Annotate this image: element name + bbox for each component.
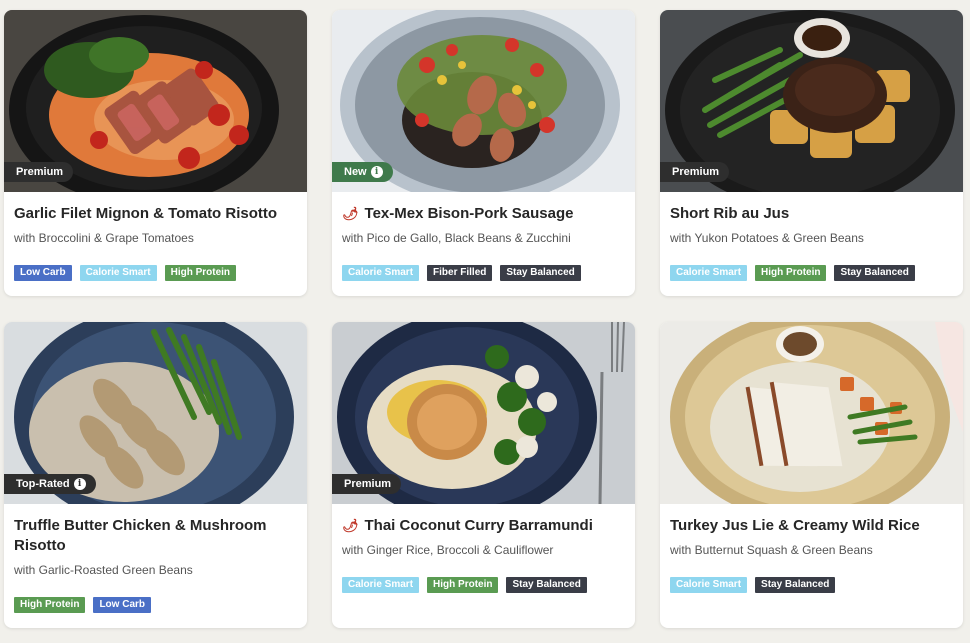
meal-card-body: Short Rib au Jus with Yukon Potatoes & G…	[660, 192, 963, 293]
meal-subtitle: with Pico de Gallo, Black Beans & Zucchi…	[342, 231, 571, 245]
meal-tags: High Protein Low Carb	[14, 597, 297, 613]
tag-calorie-smart: Calorie Smart	[342, 265, 420, 281]
meal-subtitle: with Butternut Squash & Green Beans	[670, 543, 873, 557]
meal-photo[interactable]: New i	[332, 10, 635, 192]
info-icon[interactable]: i	[73, 478, 86, 490]
meal-photo[interactable]: Top-Rated i	[4, 322, 307, 504]
meal-title[interactable]: Short Rib au Jus	[670, 204, 953, 224]
tag-stay-balanced: Stay Balanced	[755, 577, 836, 593]
meal-card-body: 🌶 Thai Coconut Curry Barramundi with Gin…	[332, 504, 635, 605]
meal-tags: Calorie Smart Stay Balanced	[670, 577, 953, 593]
meal-title-text[interactable]: Turkey Jus Lie & Creamy Wild Rice	[670, 516, 920, 536]
meal-tags: Calorie Smart High Protein Stay Balanced	[342, 577, 625, 593]
tag-calorie-smart: Calorie Smart	[342, 577, 420, 593]
meal-title[interactable]: Truffle Butter Chicken & Mushroom Risott…	[14, 516, 297, 556]
meal-card[interactable]: Premium Short Rib au Jus with Yukon Pota…	[660, 10, 963, 296]
badge-premium: Premium	[332, 474, 402, 494]
tag-stay-balanced: Stay Balanced	[506, 577, 587, 593]
meal-title[interactable]: Garlic Filet Mignon & Tomato Risotto	[14, 204, 297, 224]
meal-card-body: Garlic Filet Mignon & Tomato Risotto wit…	[4, 192, 307, 293]
meal-tags: Calorie Smart Fiber Filled Stay Balanced	[342, 265, 625, 281]
meal-card[interactable]: Premium 🌶 Thai Coconut Curry Barramundi …	[332, 322, 635, 628]
tag-low-carb: Low Carb	[14, 265, 72, 281]
tag-high-protein: High Protein	[427, 577, 499, 593]
meal-title-text[interactable]: Tex-Mex Bison-Pork Sausage	[365, 204, 574, 224]
meal-card[interactable]: Top-Rated i Truffle Butter Chicken & Mus…	[4, 322, 307, 628]
tag-calorie-smart: Calorie Smart	[79, 265, 157, 281]
meal-photo[interactable]	[660, 322, 963, 504]
meal-card-body: Truffle Butter Chicken & Mushroom Risott…	[4, 504, 307, 625]
tag-stay-balanced: Stay Balanced	[834, 265, 915, 281]
tag-high-protein: High Protein	[164, 265, 237, 281]
meal-title-text[interactable]: Thai Coconut Curry Barramundi	[365, 516, 593, 536]
meal-tags: Low Carb Calorie Smart High Protein	[14, 265, 297, 281]
meal-photo[interactable]: Premium	[660, 10, 963, 192]
meal-subtitle: with Yukon Potatoes & Green Beans	[670, 231, 864, 245]
meal-subtitle: with Garlic-Roasted Green Beans	[14, 563, 193, 577]
badge-top-rated: Top-Rated i	[4, 474, 96, 494]
badge-new: New i	[332, 162, 393, 182]
meal-card[interactable]: New i 🌶 Tex-Mex Bison-Pork Sausage with …	[332, 10, 635, 296]
meal-title[interactable]: 🌶 Tex-Mex Bison-Pork Sausage	[342, 204, 625, 224]
meal-photo[interactable]: Premium	[4, 10, 307, 192]
meal-card[interactable]: Turkey Jus Lie & Creamy Wild Rice with B…	[660, 322, 963, 628]
tag-high-protein: High Protein	[14, 597, 86, 613]
tag-low-carb: Low Carb	[93, 597, 152, 613]
meal-tags: Calorie Smart High Protein Stay Balanced	[670, 265, 953, 281]
meal-card-body: 🌶 Tex-Mex Bison-Pork Sausage with Pico d…	[332, 192, 635, 293]
meal-title[interactable]: 🌶 Thai Coconut Curry Barramundi	[342, 516, 625, 536]
meal-title-text[interactable]: Truffle Butter Chicken & Mushroom Risott…	[14, 516, 297, 556]
tag-calorie-smart: Calorie Smart	[670, 577, 748, 593]
badge-premium: Premium	[660, 162, 730, 182]
tag-calorie-smart: Calorie Smart	[670, 265, 748, 281]
badge-label: Premium	[16, 166, 64, 178]
meal-subtitle: with Broccolini & Grape Tomatoes	[14, 231, 194, 245]
meal-title[interactable]: Turkey Jus Lie & Creamy Wild Rice	[670, 516, 953, 536]
tag-high-protein: High Protein	[755, 265, 827, 281]
badge-label: Premium	[672, 166, 720, 178]
meal-image	[660, 322, 963, 504]
tag-stay-balanced: Stay Balanced	[500, 265, 581, 281]
meal-photo[interactable]: Premium	[332, 322, 635, 504]
meal-title-text[interactable]: Short Rib au Jus	[670, 204, 789, 224]
info-icon[interactable]: i	[370, 166, 383, 178]
meal-card-body: Turkey Jus Lie & Creamy Wild Rice with B…	[660, 504, 963, 605]
meal-title-text[interactable]: Garlic Filet Mignon & Tomato Risotto	[14, 204, 277, 224]
meal-card[interactable]: Premium Garlic Filet Mignon & Tomato Ris…	[4, 10, 307, 296]
badge-label: Top-Rated	[16, 478, 70, 490]
badge-label: New	[344, 166, 367, 178]
chili-pepper-icon: 🌶	[342, 206, 359, 221]
badge-label: Premium	[344, 478, 392, 490]
meal-subtitle: with Ginger Rice, Broccoli & Cauliflower	[342, 543, 554, 557]
chili-pepper-icon: 🌶	[342, 518, 359, 533]
badge-premium: Premium	[4, 162, 74, 182]
tag-fiber-filled: Fiber Filled	[427, 265, 493, 281]
